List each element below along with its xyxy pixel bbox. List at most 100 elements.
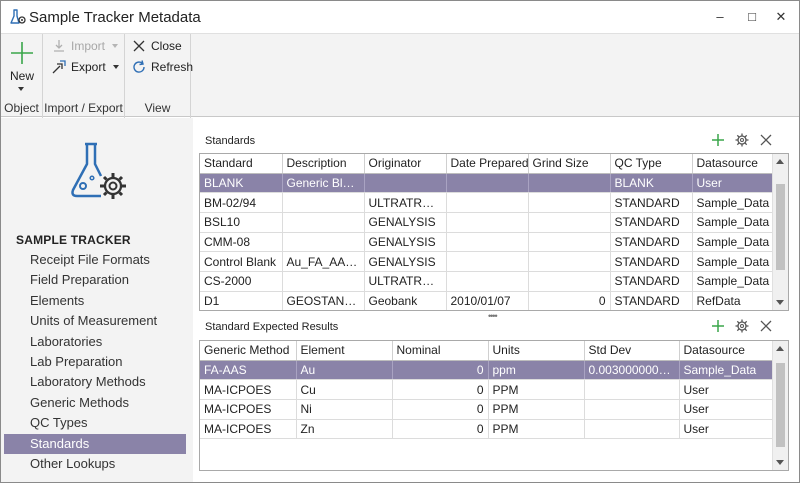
table-cell[interactable]: GENALYSIS <box>364 251 447 272</box>
column-header[interactable]: Datasource <box>679 341 775 361</box>
sidebar-item-field-preparation[interactable]: Field Preparation <box>4 270 186 290</box>
table-row[interactable]: MA-ICPOES Ni 0 PPM User <box>200 399 775 420</box>
scroll-up-icon[interactable] <box>776 159 784 164</box>
table-cell[interactable]: Ni <box>296 399 393 420</box>
table-row[interactable]: D1 GEOSTANDA... Geobank 2010/01/07 0 STANDARD… <box>200 291 775 310</box>
table-row[interactable]: MA-ICPOES Zn 0 PPM User <box>200 419 775 440</box>
table-cell[interactable] <box>528 232 611 253</box>
table-cell[interactable] <box>528 271 611 292</box>
table-cell[interactable]: 0.003000000026... <box>584 360 680 381</box>
table-cell[interactable]: 2010/01/07 <box>446 291 529 310</box>
table-cell[interactable]: MA-ICPOES <box>200 419 297 440</box>
table-row[interactable]: MA-ICPOES Cu 0 PPM User <box>200 379 775 400</box>
table-cell[interactable]: BM-02/94 <box>200 192 283 213</box>
close-window-button[interactable]: ✕ <box>770 7 792 27</box>
table-row[interactable]: CS-2000 ULTRATRACE STANDARD Sample_Data <box>200 271 775 292</box>
table-cell[interactable]: PPM <box>488 379 585 400</box>
column-header[interactable]: Units <box>488 341 585 361</box>
settings-icon[interactable] <box>735 319 749 333</box>
table-cell[interactable] <box>584 379 680 400</box>
table-cell[interactable] <box>584 419 680 440</box>
minimize-button[interactable]: – <box>709 7 731 27</box>
table-cell[interactable]: STANDARD <box>610 192 693 213</box>
column-header[interactable]: Element <box>296 341 393 361</box>
table-cell[interactable] <box>446 212 529 233</box>
table-cell[interactable]: CMM-08 <box>200 232 283 253</box>
table-cell[interactable] <box>446 232 529 253</box>
close-icon[interactable] <box>759 319 773 333</box>
sidebar-item-receipt-file-formats[interactable]: Receipt File Formats <box>4 250 186 270</box>
table-cell[interactable]: STANDARD <box>610 271 693 292</box>
table-cell[interactable] <box>446 192 529 213</box>
scroll-thumb[interactable] <box>776 363 785 447</box>
table-cell[interactable]: STANDARD <box>610 251 693 272</box>
table-cell[interactable]: Sample_Data <box>692 192 775 213</box>
sidebar-item-other-lookups[interactable]: Other Lookups <box>4 454 186 474</box>
table-cell[interactable]: Sample_Data <box>692 251 775 272</box>
sidebar-item-elements[interactable]: Elements <box>4 291 186 311</box>
table-cell[interactable]: MA-ICPOES <box>200 399 297 420</box>
sidebar-item-lab-preparation[interactable]: Lab Preparation <box>4 352 186 372</box>
table-cell[interactable]: 0 <box>392 419 489 440</box>
table-cell[interactable]: Cu <box>296 379 393 400</box>
column-header[interactable]: Generic Method <box>200 341 297 361</box>
table-row[interactable]: Control BlankAu_FA_AAS E...GENALYSIS STAN… <box>200 251 775 272</box>
table-cell[interactable]: PPM <box>488 419 585 440</box>
table-cell[interactable]: BLANK <box>610 173 693 194</box>
column-header[interactable]: QC Type <box>610 154 693 174</box>
table-cell[interactable] <box>528 212 611 233</box>
table-cell[interactable]: D1 <box>200 291 283 310</box>
sidebar-item-laboratory-methods[interactable]: Laboratory Methods <box>4 372 186 392</box>
table-cell[interactable]: Control Blank <box>200 251 283 272</box>
table-cell[interactable]: 0 <box>528 291 611 310</box>
table-cell[interactable]: Sample_Data <box>692 232 775 253</box>
scroll-down-icon[interactable] <box>776 460 784 465</box>
table-cell[interactable]: Geobank <box>364 291 447 310</box>
table-cell[interactable]: 0 <box>392 379 489 400</box>
scroll-thumb[interactable] <box>776 184 785 270</box>
table-cell[interactable]: Sample_Data <box>679 360 775 381</box>
table-cell[interactable]: User <box>679 399 775 420</box>
sidebar-item-units-of-measurement[interactable]: Units of Measurement <box>4 311 186 331</box>
table-row[interactable]: BM-02/94 ULTRATRACE STANDARD Sample_Data <box>200 192 775 213</box>
table-cell[interactable] <box>282 212 365 233</box>
scroll-up-icon[interactable] <box>776 346 784 351</box>
table-cell[interactable]: PPM <box>488 399 585 420</box>
table-cell[interactable]: User <box>679 379 775 400</box>
table-cell[interactable]: 0 <box>392 360 489 381</box>
table-cell[interactable] <box>282 271 365 292</box>
table-cell[interactable]: Sample_Data <box>692 271 775 292</box>
maximize-button[interactable]: □ <box>741 7 763 27</box>
import-button[interactable]: Import <box>51 38 119 54</box>
table-cell[interactable] <box>446 251 529 272</box>
export-button[interactable]: Export <box>51 59 119 75</box>
table-cell[interactable]: BLANK <box>200 173 283 194</box>
new-button[interactable]: New <box>5 38 39 96</box>
table-cell[interactable]: Zn <box>296 419 393 440</box>
table-cell[interactable]: FA-AAS <box>200 360 297 381</box>
table-cell[interactable]: ULTRATRACE <box>364 192 447 213</box>
table-cell[interactable] <box>584 399 680 420</box>
table-cell[interactable] <box>528 173 611 194</box>
table-cell[interactable] <box>528 192 611 213</box>
table-cell[interactable]: STANDARD <box>610 212 693 233</box>
column-header[interactable]: Date Prepared <box>446 154 529 174</box>
add-standard-icon[interactable] <box>711 133 725 147</box>
standards-scrollbar[interactable] <box>772 154 788 310</box>
table-cell[interactable]: 0 <box>392 399 489 420</box>
table-cell[interactable]: STANDARD <box>610 291 693 310</box>
column-header[interactable]: Grind Size <box>528 154 611 174</box>
table-cell[interactable]: Au_FA_AAS E... <box>282 251 365 272</box>
column-header[interactable]: Standard <box>200 154 283 174</box>
table-cell[interactable]: User <box>692 173 775 194</box>
table-cell[interactable]: ppm <box>488 360 585 381</box>
table-cell[interactable]: GENALYSIS <box>364 232 447 253</box>
sidebar-item-laboratories[interactable]: Laboratories <box>4 332 186 352</box>
table-cell[interactable]: User <box>679 419 775 440</box>
sidebar-item-qc-types[interactable]: QC Types <box>4 413 186 433</box>
refresh-button[interactable]: Refresh <box>131 59 193 75</box>
table-cell[interactable]: STANDARD <box>610 232 693 253</box>
table-cell[interactable]: GEOSTANDA... <box>282 291 365 310</box>
column-header[interactable]: Nominal <box>392 341 489 361</box>
column-header[interactable]: Datasource <box>692 154 775 174</box>
